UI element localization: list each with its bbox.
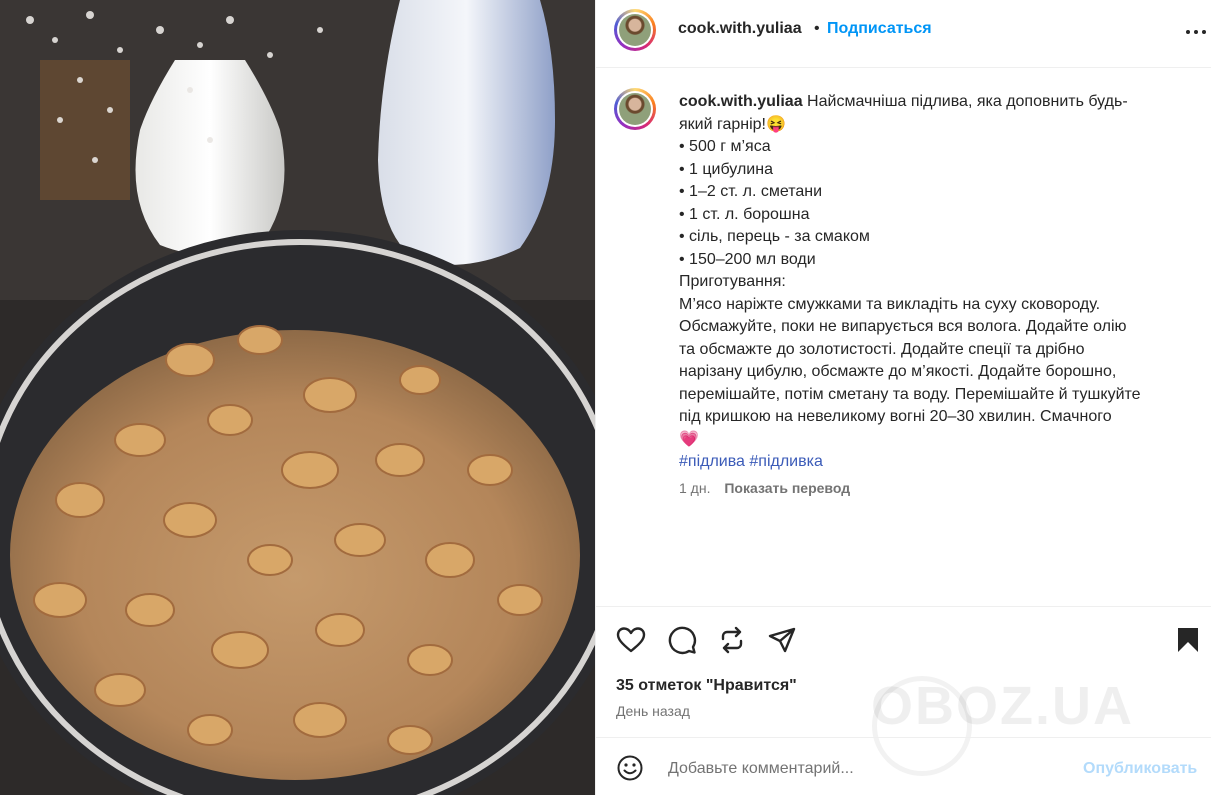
method-line: та обсмажте до золотистості. Додайте спе…	[679, 340, 1085, 358]
ingredient-item: • 1 цибулина	[679, 160, 773, 178]
post-date[interactable]: День назад	[616, 703, 690, 719]
avatar[interactable]	[614, 9, 656, 51]
header-separator: •	[814, 20, 820, 37]
likes-count[interactable]: 35 отметок "Нравится"	[616, 677, 797, 695]
caption-username[interactable]: cook.with.yuliaa	[679, 93, 803, 110]
translate-button[interactable]: Показать перевод	[724, 480, 850, 496]
method-line: Обсмажуйте, поки не випарується вся воло…	[679, 318, 1127, 335]
ingredient-item: • 1 ст. л. борошна	[679, 205, 810, 223]
avatar-ring	[617, 12, 653, 48]
smiley-icon[interactable]	[616, 754, 644, 782]
caption-intro-cont: який гарнір!😝	[679, 115, 786, 133]
avatar-image	[619, 14, 651, 46]
follow-button[interactable]: Подписаться	[827, 20, 932, 38]
method-line: 💗	[679, 430, 699, 448]
method-line: під кришкою на невеликому вогні 20–30 хв…	[679, 408, 1112, 425]
ingredient-item: • 1–2 ст. л. сметани	[679, 183, 823, 200]
method-line: перемішайте, потім сметану та воду. Пере…	[679, 385, 1141, 403]
caption-first-line: cook.with.yuliaa Найсмачніша підлива, як…	[679, 91, 1179, 114]
avatar-ring	[617, 91, 653, 127]
caption-intro: Найсмачніша підлива, яка доповнить будь-	[807, 93, 1128, 110]
share-icon[interactable]	[766, 624, 798, 656]
divider	[596, 606, 1211, 607]
bookmark-icon[interactable]	[1172, 624, 1204, 656]
post-header: cook.with.yuliaa • Подписаться	[596, 0, 1211, 68]
hashtags-link[interactable]: #підлива #підливка	[679, 451, 1179, 474]
method-line: нарізану цибулю, обсмажте до м’якості. Д…	[679, 363, 1117, 380]
header-username[interactable]: cook.with.yuliaa	[678, 20, 802, 38]
watermark: OBOZ.UA	[871, 676, 1134, 736]
ingredient-item: • сіль, перець - за смаком	[679, 228, 870, 245]
repost-icon[interactable]	[716, 624, 748, 656]
caption-meta: 1 дн. Показать перевод	[679, 480, 850, 496]
comment-bar: Опубликовать	[596, 737, 1211, 795]
post-panel: cook.with.yuliaa • Подписаться cook.with…	[595, 0, 1211, 795]
ingredient-item: • 150–200 мл води	[679, 250, 816, 268]
post-caption: cook.with.yuliaa Найсмачніша підлива, як…	[679, 91, 1179, 474]
method-title: Приготування:	[679, 273, 786, 290]
food-image	[0, 0, 595, 795]
heart-icon[interactable]	[615, 624, 647, 656]
ingredient-item: • 500 г м’яса	[679, 138, 771, 155]
caption-avatar[interactable]	[614, 88, 656, 130]
comment-icon[interactable]	[666, 624, 698, 656]
comment-input[interactable]	[666, 756, 1060, 782]
more-icon[interactable]	[1184, 22, 1208, 42]
avatar-image	[619, 93, 651, 125]
post-photo	[0, 0, 595, 795]
publish-button[interactable]: Опубликовать	[1083, 760, 1197, 778]
method-line: М’ясо наріжте смужками та викладіть на с…	[679, 295, 1101, 313]
post-age[interactable]: 1 дн.	[679, 480, 710, 496]
